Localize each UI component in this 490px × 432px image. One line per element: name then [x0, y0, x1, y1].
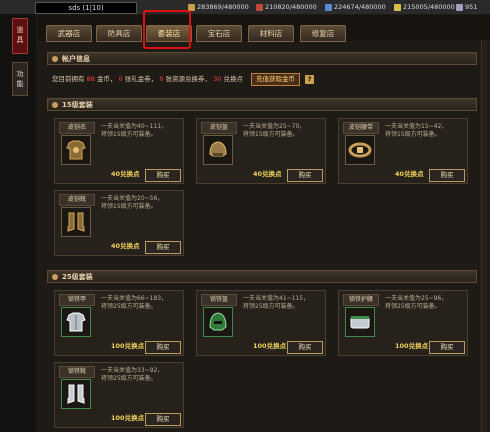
leather-helmet-icon [203, 135, 233, 165]
item-price: 100兑换点 [253, 342, 287, 350]
section-bullet-icon [52, 274, 58, 280]
item-card: 皮铠衣 一夫当关值为40~111， 将领15级方可装备。 40兑换点 购买 [54, 118, 184, 184]
item-description: 一夫当关值为41~115， 将领25级方可装备。 [243, 295, 310, 310]
buy-button[interactable]: 购买 [429, 341, 465, 354]
resource-grain: 215005/480000 [394, 2, 455, 12]
item-card: 锁铁盔 一夫当关值为41~115， 将领25级方可装备。 100兑换点 购买 [196, 290, 326, 356]
iron-boots-icon [61, 379, 91, 409]
item-description: 一夫当关值为25~96， 将领25级方可装备。 [385, 295, 448, 310]
item-card: 锁铁护腰 一夫当关值为25~96， 将领25级方可装备。 100兑换点 购买 [338, 290, 468, 356]
level25-section-header: 25级套装 [47, 270, 477, 283]
tab-material-shop[interactable]: 材料店 [248, 25, 294, 42]
resource-gem: 951 [456, 2, 477, 12]
gold-count: 88 [86, 75, 95, 83]
item-description: 一夫当关值为66~183， 将领25级方可装备。 [101, 295, 168, 310]
item-price: 100兑换点 [111, 414, 145, 422]
leather-armor-icon [61, 135, 91, 165]
buy-button[interactable]: 购买 [145, 241, 181, 254]
account-info: 您目前拥有 88 金币， 0 张礼金券， 0 张资源兑换券， 30 兑换点 充值… [52, 69, 472, 89]
item-name: 皮铠盔 [201, 122, 237, 134]
resource-coupon-count: 0 [159, 75, 164, 83]
selected-tab-highlight [143, 10, 191, 49]
item-description: 一夫当关值为40~111， 将领15级方可装备。 [101, 123, 168, 138]
gem-icon [456, 3, 463, 11]
item-price: 100兑换点 [395, 342, 429, 350]
item-price: 100兑换点 [111, 342, 145, 350]
iron-armor-icon [61, 307, 91, 337]
grain-icon [394, 3, 401, 11]
section-bullet-icon [52, 102, 58, 108]
player-name: sds (1|10) [35, 2, 137, 14]
item-name: 皮铠靴 [59, 194, 95, 206]
item-price: 40兑换点 [253, 170, 282, 178]
item-card: 皮铠腰带 一夫当关值为15~42， 将领15级方可装备。 40兑换点 购买 [338, 118, 468, 184]
item-description: 一夫当关值为20~56， 将领15级方可装备。 [101, 195, 164, 210]
resource-ore: 224674/480000 [325, 2, 386, 12]
buy-button[interactable]: 购买 [145, 341, 181, 354]
buy-button[interactable]: 购买 [429, 169, 465, 182]
tab-gem-shop[interactable]: 宝石店 [196, 25, 242, 42]
item-name: 皮铠衣 [59, 122, 95, 134]
leather-boots-icon [61, 207, 91, 237]
iron-waist-icon [345, 307, 375, 337]
buy-button[interactable]: 购买 [287, 169, 323, 182]
item-description: 一夫当关值为25~70， 将领15级方可装备。 [243, 123, 306, 138]
item-name: 锁铁护腰 [343, 294, 379, 306]
item-card: 锁铁甲 一夫当关值为66~183， 将领25级方可装备。 100兑换点 购买 [54, 290, 184, 356]
ore-icon [325, 3, 332, 11]
side-tab-functions[interactable]: 功能 [12, 62, 28, 96]
buy-button[interactable]: 购买 [145, 169, 181, 182]
scrollbar[interactable] [481, 40, 488, 432]
item-price: 40兑换点 [111, 170, 140, 178]
item-price: 40兑换点 [111, 242, 140, 250]
item-card: 皮铠盔 一夫当关值为25~70， 将领15级方可装备。 40兑换点 购买 [196, 118, 326, 184]
item-card: 皮铠靴 一夫当关值为20~56， 将领15级方可装备。 40兑换点 购买 [54, 190, 184, 256]
buy-button[interactable]: 购买 [145, 413, 181, 426]
tab-armor-shop[interactable]: 防具店 [96, 25, 142, 42]
exchange-points-count: 30 [213, 75, 222, 83]
item-price: 40兑换点 [395, 170, 424, 178]
item-name: 锁铁盔 [201, 294, 237, 306]
buy-button[interactable]: 购买 [287, 341, 323, 354]
leather-belt-icon [345, 135, 375, 165]
wood-icon [256, 3, 263, 11]
level15-section-header: 15级套装 [47, 98, 477, 111]
side-tab-items[interactable]: 道具 [12, 18, 28, 54]
help-icon[interactable]: ? [305, 74, 315, 84]
account-section-header: 帐户信息 [47, 52, 477, 65]
item-name: 皮铠腰带 [343, 122, 379, 134]
item-description: 一夫当关值为15~42， 将领15级方可装备。 [385, 123, 448, 138]
item-name: 锁铁靴 [59, 366, 95, 378]
item-description: 一夫当关值为33~92， 将领25级方可装备。 [101, 367, 164, 382]
item-card: 锁铁靴 一夫当关值为33~92， 将领25级方可装备。 100兑换点 购买 [54, 362, 184, 428]
gift-coupon-count: 0 [118, 75, 123, 83]
tab-repair-shop[interactable]: 修复店 [300, 25, 346, 42]
item-name: 锁铁甲 [59, 294, 95, 306]
iron-helmet-icon [203, 307, 233, 337]
resource-gold: 283869/480000 [188, 2, 249, 12]
tab-weapon-shop[interactable]: 武器店 [46, 25, 92, 42]
recharge-gold-button[interactable]: 充值获取金币 [251, 72, 301, 86]
resource-wood: 210820/480000 [256, 2, 317, 12]
section-bullet-icon [52, 56, 58, 62]
top-status-bar: sds (1|10) 283869/480000 210820/480000 2… [0, 0, 490, 15]
